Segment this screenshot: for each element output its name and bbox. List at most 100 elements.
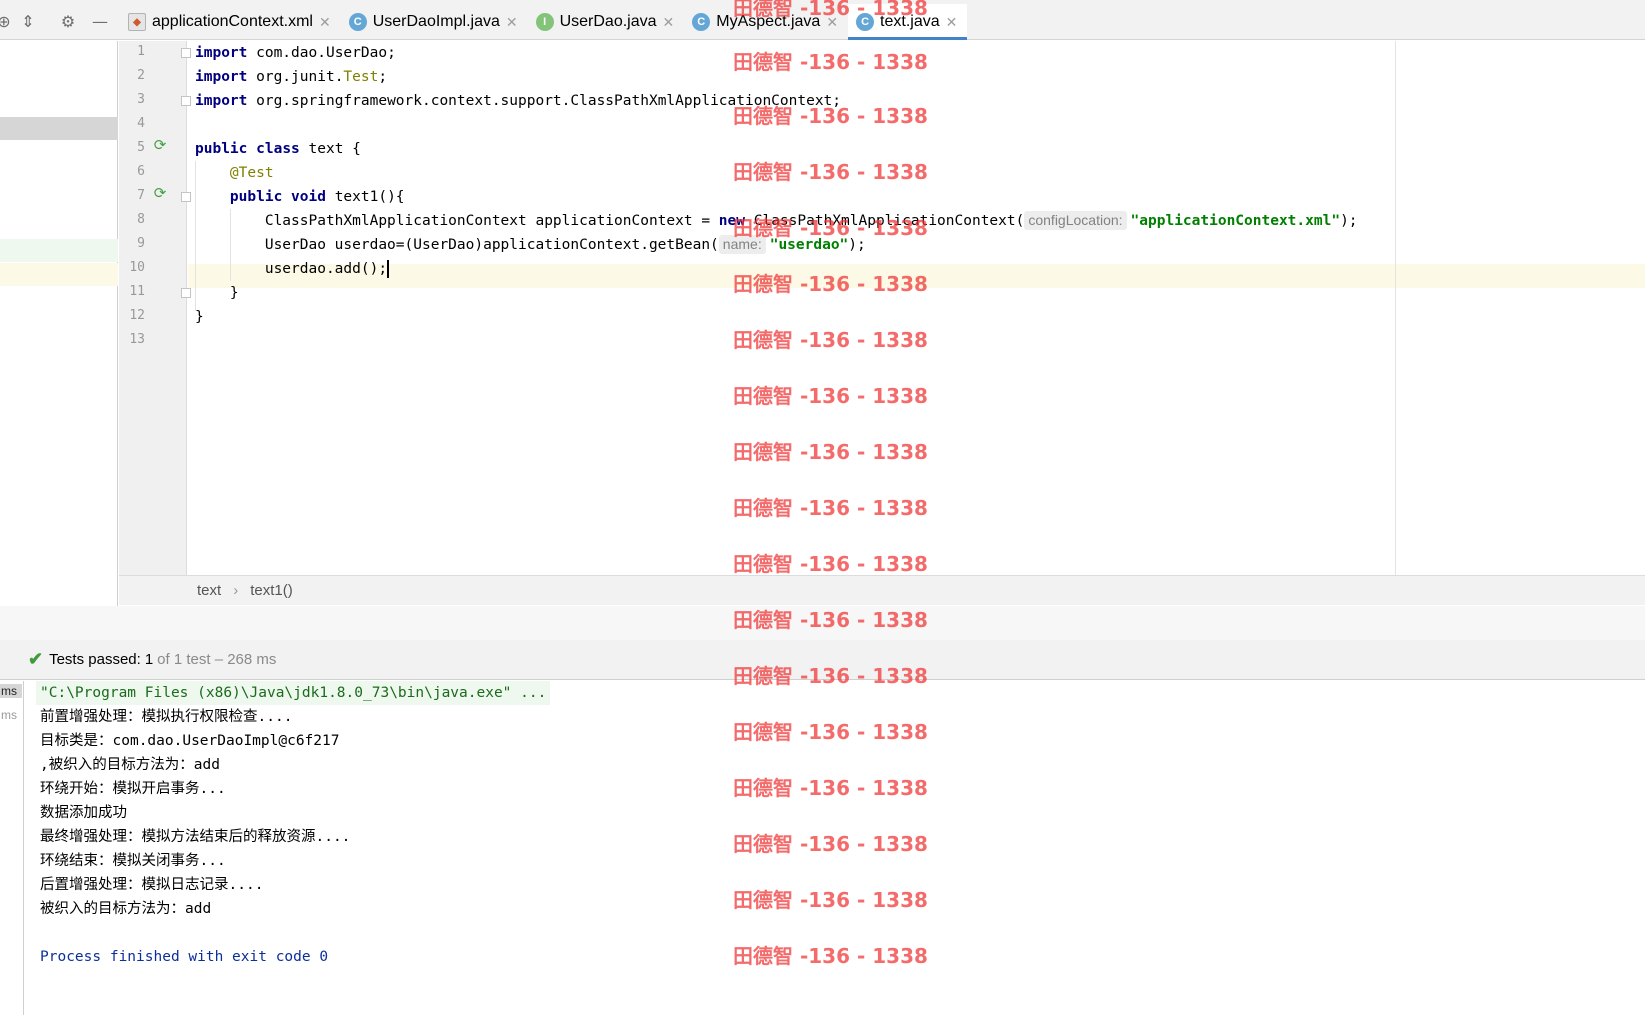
keyword: public (195, 141, 248, 157)
fold-icon[interactable] (181, 48, 191, 58)
target-icon[interactable]: ⊕ (0, 12, 14, 32)
console-exit-line: Process finished with exit code 0 (40, 949, 329, 965)
line-number: 2 (137, 68, 145, 83)
fold-icon[interactable] (181, 288, 191, 298)
watermark: 田德智 -136 - 1338 (733, 440, 928, 464)
watermark: 田德智 -136 - 1338 (733, 720, 928, 744)
tests-passed-count: 1 (144, 651, 154, 668)
tests-passed-label: Tests passed: (49, 651, 141, 668)
console-line: 数据添加成功 (40, 805, 127, 821)
test-results-tree[interactable]: ms ms (0, 681, 24, 1015)
tab-label: UserDaoImpl.java (372, 13, 500, 30)
check-icon: ✔ (28, 649, 44, 669)
test-tree-item[interactable]: ms (0, 684, 22, 698)
watermark: 田德智 -136 - 1338 (733, 608, 928, 632)
watermark: 田德智 -136 - 1338 (733, 272, 928, 296)
watermark: 田德智 -136 - 1338 (733, 664, 928, 688)
console-line: 最终增强处理：模拟方法结束后的释放资源.... (40, 829, 351, 845)
watermark: 田德智 -136 - 1338 (733, 328, 928, 352)
fold-icon[interactable] (181, 96, 191, 106)
keyword: import (195, 45, 248, 61)
keyword: import (195, 93, 248, 109)
class-icon: C (348, 13, 367, 31)
annotation: @Test (229, 165, 274, 181)
class-icon: C (692, 13, 711, 31)
code-line-7: public void text1(){ (195, 185, 405, 209)
gear-icon[interactable]: ⚙ (58, 12, 78, 32)
code-text: ); (1340, 213, 1358, 229)
close-icon[interactable]: ✕ (319, 14, 331, 31)
code-text: } (229, 285, 239, 301)
keyword: class (256, 141, 300, 157)
breadcrumb-item-method[interactable]: text1() (250, 582, 293, 599)
xml-file-icon: ◆ (128, 13, 146, 31)
code-text: ClassPathXmlApplicationContext applicati… (264, 213, 719, 229)
tab-label: UserDao.java (559, 13, 657, 30)
watermark: 田德智 -136 - 1338 (733, 0, 928, 20)
code-text: UserDao userdao=(UserDao)applicationCont… (264, 237, 719, 253)
minimize-icon[interactable]: — (90, 12, 110, 32)
watermark: 田德智 -136 - 1338 (733, 104, 928, 128)
watermark: 田德智 -136 - 1338 (733, 832, 928, 856)
line-number: 8 (137, 212, 145, 227)
chevron-right-icon: › (233, 582, 239, 599)
keyword: public (229, 189, 283, 205)
class-reference: Test (343, 69, 379, 85)
line-number: 1 (137, 44, 145, 59)
watermark: 田德智 -136 - 1338 (733, 776, 928, 800)
code-text: org.junit. (247, 69, 344, 85)
watermark: 田德智 -136 - 1338 (733, 496, 928, 520)
project-tree-row[interactable] (0, 263, 118, 286)
project-tree-row[interactable] (0, 239, 118, 262)
code-line-5: public class text { (195, 137, 361, 161)
parameter-hint: configLocation: (1024, 211, 1127, 230)
keyword: void (291, 189, 326, 205)
run-test-class-icon[interactable]: ⟳ (152, 137, 168, 153)
collapse-icon[interactable]: ⇕ (18, 12, 38, 32)
watermark: 田德智 -136 - 1338 (733, 160, 928, 184)
test-tree-item[interactable]: ms (0, 708, 22, 722)
code-line-2: import org.junit.Test; (195, 65, 387, 89)
tab-applicationcontext-xml[interactable]: ◆ applicationContext.xml ✕ (120, 4, 341, 40)
close-icon[interactable]: ✕ (663, 14, 675, 31)
right-margin-guide (1395, 41, 1396, 587)
code-text: ; (378, 69, 388, 85)
code-line-6: @Test (195, 161, 274, 185)
line-number: 5 (137, 140, 145, 155)
line-number: 3 (137, 92, 145, 107)
run-test-method-icon[interactable]: ⟳ (152, 185, 168, 201)
watermark: 田德智 -136 - 1338 (733, 552, 928, 576)
tests-passed-detail: of 1 test – 268 ms (157, 651, 277, 668)
watermark: 田德智 -136 - 1338 (733, 888, 928, 912)
project-tree-selected-row[interactable] (0, 117, 118, 140)
fold-icon[interactable] (181, 192, 191, 202)
line-number: 12 (129, 308, 145, 323)
code-line-10: userdao.add(); (195, 257, 390, 281)
tab-userdaoimpl-java[interactable]: C UserDaoImpl.java ✕ (341, 4, 528, 40)
editor-gutter: 1 2 3 4 5 6 7 8 9 10 11 12 13 ⟳ ⟳ (119, 41, 191, 587)
watermark: 田德智 -136 - 1338 (733, 216, 928, 240)
line-number: 13 (129, 332, 145, 347)
close-icon[interactable]: ✕ (506, 14, 518, 31)
line-number: 10 (129, 260, 145, 275)
breadcrumb: text › text1() (119, 575, 1645, 605)
watermark: 田德智 -136 - 1338 (733, 50, 928, 74)
tab-userdao-java[interactable]: I UserDao.java ✕ (528, 4, 685, 40)
close-icon[interactable]: ✕ (946, 14, 958, 31)
line-number: 4 (137, 116, 145, 131)
console-line: 目标类是：com.dao.UserDaoImpl@c6f217 (40, 733, 340, 749)
interface-icon: I (535, 13, 554, 31)
text-caret (387, 260, 390, 278)
line-number: 9 (137, 236, 145, 251)
keyword: import (195, 69, 248, 85)
watermark: 田德智 -136 - 1338 (733, 384, 928, 408)
line-number: 6 (137, 164, 145, 179)
code-line-1: import com.dao.UserDao; (195, 41, 396, 65)
project-panel[interactable] (0, 41, 118, 615)
code-text: userdao.add(); (264, 261, 388, 277)
console-line: 被织入的目标方法为：add (40, 901, 212, 917)
breadcrumb-item-class[interactable]: text (197, 582, 221, 599)
code-line-12: } (195, 305, 204, 329)
line-number: 7 (137, 188, 145, 203)
code-text: com.dao.UserDao; (247, 45, 396, 61)
